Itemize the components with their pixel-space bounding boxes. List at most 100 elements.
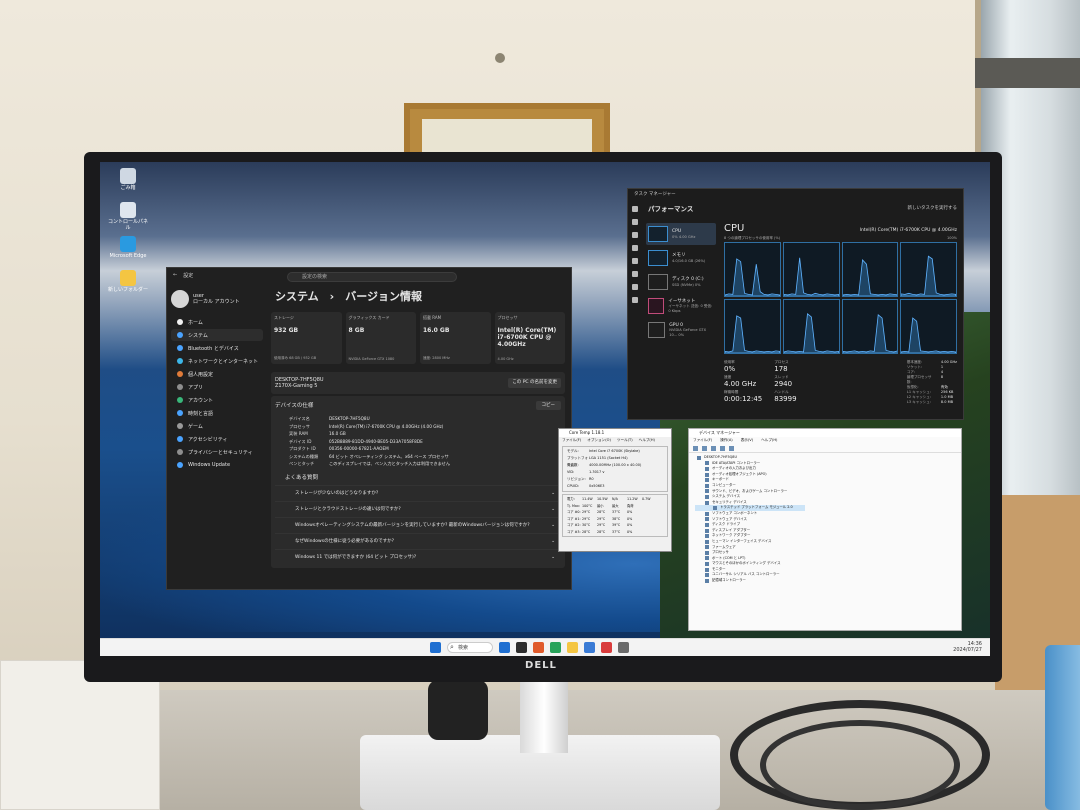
- taskbar-app-icon[interactable]: [516, 642, 527, 653]
- perf-item-text: CPU 0% 4.00 GHz: [672, 229, 695, 239]
- history-icon[interactable]: [632, 245, 638, 251]
- menu-item[interactable]: ヘルプ(H): [639, 437, 655, 444]
- rename-pc-button[interactable]: この PC の名前を変更: [508, 378, 561, 388]
- copy-button[interactable]: コピー: [535, 400, 561, 410]
- start-icon[interactable]: [430, 642, 441, 653]
- faq-item[interactable]: なぜWindowsの仕様に従う必要があるのですか? ⌄: [275, 532, 561, 549]
- nav-item-icon: [177, 371, 183, 377]
- scan-icon[interactable]: [729, 445, 734, 451]
- faq-item[interactable]: Windows 11 では何ができますか (64 ビット プロセッサ)? ⌄: [275, 548, 561, 565]
- temperature-cell: コア #3:: [567, 529, 581, 534]
- perf-item[interactable]: イーサネット イーサネット 送信: 0 受信: 0 Kbps: [646, 295, 716, 317]
- forward-icon[interactable]: [702, 445, 707, 451]
- chevron-down-icon[interactable]: ⌄: [551, 523, 555, 528]
- menu-item[interactable]: オプション(O): [587, 437, 611, 444]
- processes-icon[interactable]: [632, 219, 638, 225]
- desktop-icon[interactable]: 新しいフォルダー: [108, 270, 148, 294]
- perf-stat: 使用率 0%: [724, 360, 762, 373]
- performance-icon[interactable]: [632, 232, 638, 238]
- coretemp-key: CPUID:: [567, 484, 580, 488]
- avatar: [171, 290, 189, 308]
- wall-hook: [495, 53, 505, 63]
- faq-item[interactable]: ストレージとクラウドストレージの違いは何ですか? ⌄: [275, 500, 561, 517]
- menu-item[interactable]: ヘルプ(H): [761, 437, 777, 444]
- cpu-spec-value: 8.0 MB: [940, 400, 954, 404]
- run-new-task-button[interactable]: 新しいタスクを実行する: [908, 205, 958, 211]
- menu-icon[interactable]: [632, 206, 638, 212]
- cpu-core-graph-line: [901, 317, 956, 353]
- nav-item-icon: [177, 423, 183, 429]
- desktop-icon[interactable]: ごみ箱: [108, 168, 148, 192]
- nav-item-label: アカウント: [188, 397, 214, 404]
- nav-item[interactable]: アクセシビリティ: [171, 433, 263, 445]
- device-manager-title: デバイス マネージャー: [689, 429, 961, 437]
- taskbar-clock[interactable]: 14:36 2024/07/27: [953, 641, 982, 653]
- page-title: システム › バージョン情報: [275, 290, 422, 303]
- user-profile[interactable]: user ローカル アカウント: [171, 290, 263, 308]
- device-category-icon: [705, 517, 709, 522]
- uptime-value: 0:00:12:45: [724, 395, 763, 403]
- nav-item[interactable]: ホーム: [171, 316, 263, 328]
- coretemp-key: VID:: [567, 470, 575, 474]
- menu-item[interactable]: ファイル(F): [693, 437, 712, 444]
- chevron-down-icon[interactable]: ⌄: [551, 507, 555, 512]
- perf-item[interactable]: GPU 0 NVIDIA GeForce GTX 10... 0%: [646, 319, 716, 341]
- spec-card-value: 932 GB: [274, 327, 299, 334]
- temperature-row: コア #3: 28°C 28°C 37°C 0%: [563, 529, 667, 536]
- taskbar-app-icon[interactable]: [601, 642, 612, 653]
- back-icon[interactable]: ←: [173, 272, 177, 278]
- faq-item[interactable]: Windowsオペレーティングシステムの最新バージョンを実行していますか? 最新…: [275, 516, 561, 533]
- taskbar-app-icon[interactable]: [533, 642, 544, 653]
- desktop-icon-label: ごみ箱: [120, 185, 136, 191]
- nav-item[interactable]: Bluetooth とデバイス: [171, 342, 263, 354]
- settings-window[interactable]: ← 設定 設定の検索 user ローカル アカウント ホーム システム Blueto…: [166, 267, 572, 590]
- chevron-down-icon[interactable]: ⌄: [551, 555, 555, 560]
- nav-item[interactable]: プライバシーとセキュリティ: [171, 446, 263, 458]
- nav-item[interactable]: システム: [171, 329, 263, 341]
- core-temp-window[interactable]: Core Temp 1.18.1 ファイル(F) オプション(O) ツール(T) ヘル…: [558, 428, 672, 552]
- spec-value: DESKTOP-7HF5Q8U: [329, 416, 370, 421]
- perf-item[interactable]: メモリ 4.0/16.0 GB (26%): [646, 247, 716, 269]
- nav-item[interactable]: ネットワークとインターネット: [171, 355, 263, 367]
- nav-item[interactable]: ゲーム: [171, 420, 263, 432]
- taskbar-app-icon[interactable]: [584, 642, 595, 653]
- device-spec-panel: デバイスの仕様 コピー デバイス名 DESKTOP-7HF5Q8U プロセッサ Int…: [271, 396, 565, 568]
- device-tree-node[interactable]: 記憶域コントローラー: [695, 578, 955, 584]
- cpu-core-graph-line: [725, 258, 780, 296]
- nav-item[interactable]: Windows Update: [171, 459, 263, 471]
- details-icon[interactable]: [632, 284, 638, 290]
- desktop-icon[interactable]: コントロールパネル: [108, 202, 148, 231]
- menu-item[interactable]: 表示(V): [741, 437, 753, 444]
- taskbar-app-icon[interactable]: [567, 642, 578, 653]
- cpu-usage-area: [783, 257, 839, 296]
- nav-item[interactable]: 個人用設定: [171, 368, 263, 380]
- taskbar-app-icon[interactable]: [618, 642, 629, 653]
- device-spec-heading[interactable]: デバイスの仕様: [275, 401, 313, 409]
- faq-item[interactable]: ストレージが少ないのはどうなりますか? ⌄: [275, 484, 561, 501]
- device-manager-window[interactable]: デバイス マネージャー ファイル(F) 操作(A) 表示(V) ヘルプ(H) DESK…: [688, 428, 962, 631]
- help-icon[interactable]: [720, 445, 725, 451]
- taskbar-app-icon[interactable]: [499, 642, 510, 653]
- desktop-icon[interactable]: Microsoft Edge: [108, 236, 148, 260]
- faq-question: ストレージが少ないのはどうなりますか?: [295, 491, 379, 496]
- properties-icon[interactable]: [711, 445, 716, 451]
- menu-item[interactable]: 操作(A): [720, 437, 732, 444]
- services-icon[interactable]: [632, 297, 638, 303]
- temperature-cell: 28°C: [582, 529, 591, 534]
- taskbar-search[interactable]: 検索: [447, 642, 493, 653]
- startup-icon[interactable]: [632, 258, 638, 264]
- taskbar-app-icon[interactable]: [550, 642, 561, 653]
- task-manager-window[interactable]: タスク マネージャー パフォーマンス 新しいタスクを実行する CPU 0% 4.0…: [627, 188, 964, 420]
- nav-item[interactable]: アカウント: [171, 394, 263, 406]
- chevron-down-icon[interactable]: ⌄: [551, 539, 555, 544]
- menu-item[interactable]: ファイル(F): [562, 437, 581, 444]
- chevron-down-icon[interactable]: ⌄: [551, 491, 555, 496]
- nav-item[interactable]: 時刻と言語: [171, 407, 263, 419]
- perf-item[interactable]: ディスク 0 (C:) SSD (NVMe) 0%: [646, 271, 716, 293]
- back-icon[interactable]: [693, 445, 698, 451]
- perf-item[interactable]: CPU 0% 4.00 GHz: [646, 223, 716, 245]
- nav-item[interactable]: アプリ: [171, 381, 263, 393]
- users-icon[interactable]: [632, 271, 638, 277]
- menu-item[interactable]: ツール(T): [617, 437, 633, 444]
- settings-search-input[interactable]: 設定の検索: [287, 272, 457, 282]
